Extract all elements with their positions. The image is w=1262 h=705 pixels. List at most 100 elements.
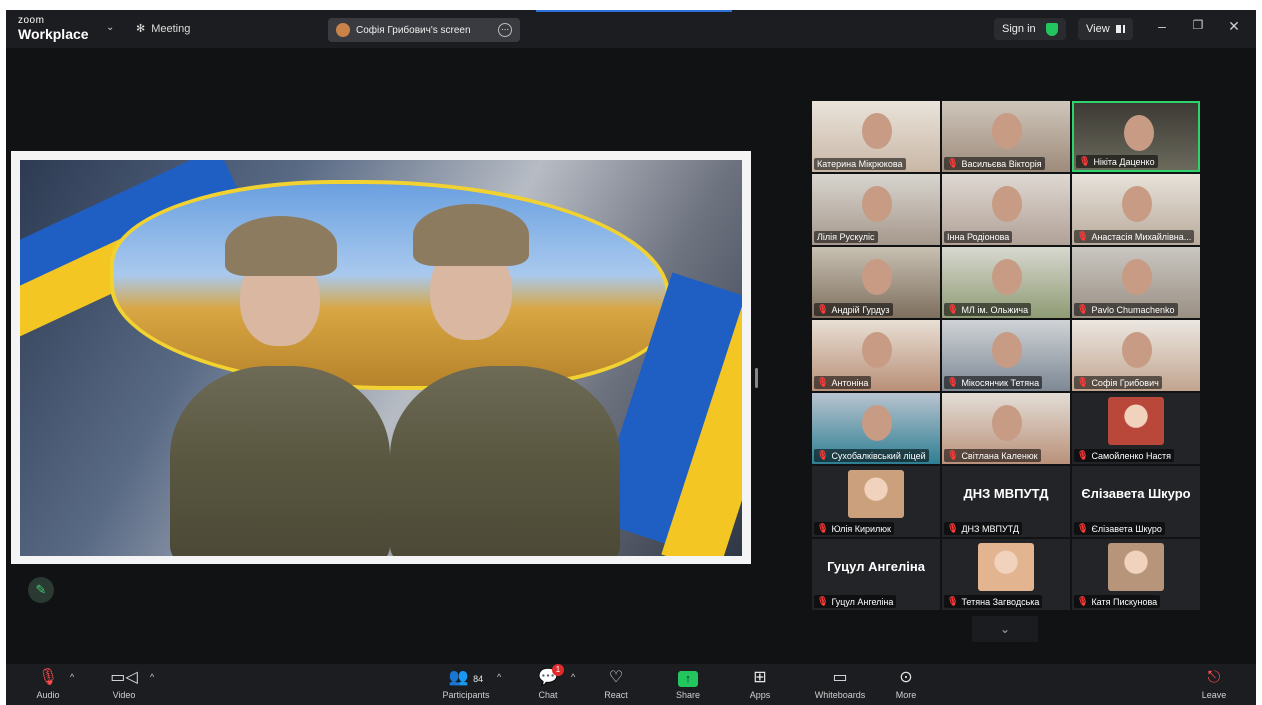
mic-muted-icon: 🎙 [1077, 231, 1089, 241]
participant-tile[interactable]: ДНЗ МВПУТД 🎙 ДНЗ МВПУТД [942, 466, 1070, 537]
react-label: React [604, 690, 628, 700]
logo-big-text: Workplace [18, 26, 89, 42]
react-button[interactable]: ♡ React [584, 668, 648, 700]
participant-name-label: 🎙 ДНЗ МВПУТД [944, 522, 1022, 535]
mic-muted-icon: 🎙 [817, 377, 829, 387]
split-resize-handle[interactable] [755, 368, 758, 388]
soldier-female-body [170, 366, 390, 556]
chat-options-caret-icon[interactable]: ^ [571, 672, 575, 682]
view-button[interactable]: View [1078, 18, 1133, 40]
more-label: More [895, 690, 917, 700]
mic-muted-icon: 🎙 [1079, 156, 1091, 166]
participant-tile[interactable]: 🎙 Юлія Кирилюк [812, 466, 940, 537]
participant-tile[interactable]: Єлізавета Шкуро 🎙 Єлізавета Шкуро [1072, 466, 1200, 537]
gallery-next-page-chevron-icon[interactable]: ⌄ [972, 616, 1038, 642]
minimize-icon[interactable]: – [1152, 18, 1172, 34]
mic-muted-icon: 🎙 [1077, 596, 1089, 606]
participant-face [862, 405, 892, 441]
mic-muted-icon: 🎙 [1077, 523, 1089, 533]
participant-display-name: ДНЗ МВПУТД [963, 486, 1049, 501]
participant-tile[interactable]: 🎙 Софія Грибович [1072, 320, 1200, 391]
participant-tile[interactable]: 🎙 Васильєва Вікторія [942, 101, 1070, 172]
participant-tile[interactable]: Лілія Рускуліс [812, 174, 940, 245]
participant-face [862, 259, 892, 295]
whiteboards-label: Whiteboards [814, 690, 866, 700]
screen-share-indicator-bar [536, 10, 732, 12]
whiteboards-button[interactable]: ▭ Whiteboards [802, 668, 878, 700]
close-icon[interactable]: ✕ [1224, 18, 1244, 35]
screen-share-pill[interactable]: Софія Грибович's screen ⋯ [328, 18, 520, 42]
mic-muted-icon: 🎙 [947, 450, 959, 460]
video-button[interactable]: ▭◁ Video [92, 668, 156, 700]
sign-in-button[interactable]: Sign in [994, 18, 1066, 40]
more-options-icon[interactable]: ⋯ [498, 23, 512, 37]
participants-button[interactable]: 👥 84 Participants [426, 668, 506, 700]
shield-check-icon[interactable] [1045, 22, 1058, 36]
participant-name-label: 🎙 Світлана Каленюк [944, 449, 1041, 462]
participant-name-label: 🎙 Гуцул Ангеліна [814, 595, 897, 608]
participant-name-label: Катерина Мікрюкова [814, 158, 906, 170]
participant-face [992, 405, 1022, 441]
participant-face [992, 186, 1022, 222]
soldier-male-body [390, 366, 620, 556]
audio-options-caret-icon[interactable]: ^ [70, 672, 74, 682]
participant-face [862, 332, 892, 368]
participant-tile[interactable]: 🎙 Антоніна [812, 320, 940, 391]
restore-icon[interactable]: ❐ [1188, 18, 1208, 32]
video-options-caret-icon[interactable]: ^ [150, 672, 154, 682]
participant-tile[interactable]: 🎙 Pavlo Chumachenko [1072, 247, 1200, 318]
share-button[interactable]: ↑ Share [656, 668, 720, 700]
logo-small-text: zoom [18, 15, 45, 26]
participant-tile[interactable]: 🎙 МЛ ім. Ольжича [942, 247, 1070, 318]
apps-button[interactable]: ⊞ Apps [728, 668, 792, 700]
participant-name: Антоніна [831, 377, 869, 388]
zoom-window: zoom Workplace ⌄ ✻ Meeting Софія Грибови… [6, 10, 1256, 705]
participant-face [1122, 186, 1152, 222]
video-label: Video [112, 690, 136, 700]
participant-face [1124, 115, 1154, 151]
soldier-male-helmet [413, 204, 529, 266]
leave-label: Leave [1201, 690, 1227, 700]
participant-name-label: 🎙 Софія Грибович [1074, 376, 1162, 389]
app-menu-chevron-icon[interactable]: ⌄ [106, 22, 114, 33]
participant-name-label: 🎙 МЛ ім. Ольжича [944, 303, 1032, 316]
leave-button[interactable]: ⎋ Leave [1182, 668, 1246, 700]
participant-tile[interactable]: 🎙 Сухобалківський ліцей [812, 393, 940, 464]
participant-tile[interactable]: 🎙 Катя Пискунова [1072, 539, 1200, 610]
participant-name: Єлізавета Шкуро [1091, 523, 1162, 534]
participant-name: Юлія Кирилюк [831, 523, 891, 534]
apps-icon: ⊞ [753, 669, 767, 686]
view-label: View [1086, 23, 1110, 35]
annotate-pencil-icon[interactable]: ✎ [28, 577, 54, 603]
participant-tile[interactable]: Катерина Мікрюкова [812, 101, 940, 172]
participant-tile[interactable]: Гуцул Ангеліна 🎙 Гуцул Ангеліна [812, 539, 940, 610]
participant-name: Мікосянчик Тетяна [961, 377, 1040, 388]
title-bar: zoom Workplace ⌄ ✻ Meeting Софія Грибови… [6, 10, 1256, 48]
shared-image-soldiers [20, 160, 742, 556]
participant-tile[interactable]: 🎙 Андрій Гурдуз [812, 247, 940, 318]
chat-bubble-icon: 💬 1 [538, 664, 564, 688]
participant-avatar [1108, 543, 1164, 591]
mic-muted-icon: 🎙 [947, 596, 959, 606]
participant-face [862, 113, 892, 149]
screen-share-label: Софія Грибович's screen [356, 24, 471, 36]
meeting-menu[interactable]: ✻ Meeting [136, 22, 190, 36]
more-button[interactable]: ⊙ More [874, 668, 938, 700]
participant-name-label: Лілія Рускуліс [814, 231, 878, 243]
participant-tile[interactable]: 🎙 Анастасія Михайлівна... [1072, 174, 1200, 245]
participant-face [992, 259, 1022, 295]
participant-tile[interactable]: Інна Родіонова [942, 174, 1070, 245]
participant-tile[interactable]: 🎙 Світлана Каленюк [942, 393, 1070, 464]
participant-name-label: 🎙 Андрій Гурдуз [814, 303, 893, 316]
soldier-female-helmet [225, 216, 337, 276]
participant-tile[interactable]: 🎙 Нікіта Даценко [1072, 101, 1200, 172]
mic-muted-icon: 🎙 [947, 377, 959, 387]
participant-tile[interactable]: 🎙 Тетяна Загводська [942, 539, 1070, 610]
audio-label: Audio [36, 690, 60, 700]
participant-avatar [1108, 397, 1164, 445]
participant-name: Катерина Мікрюкова [817, 159, 903, 169]
participants-options-caret-icon[interactable]: ^ [497, 672, 501, 682]
participant-tile[interactable]: 🎙 Мікосянчик Тетяна [942, 320, 1070, 391]
participant-tile[interactable]: 🎙 Самойленко Настя [1072, 393, 1200, 464]
mic-muted-icon: 🎙 [817, 523, 829, 533]
